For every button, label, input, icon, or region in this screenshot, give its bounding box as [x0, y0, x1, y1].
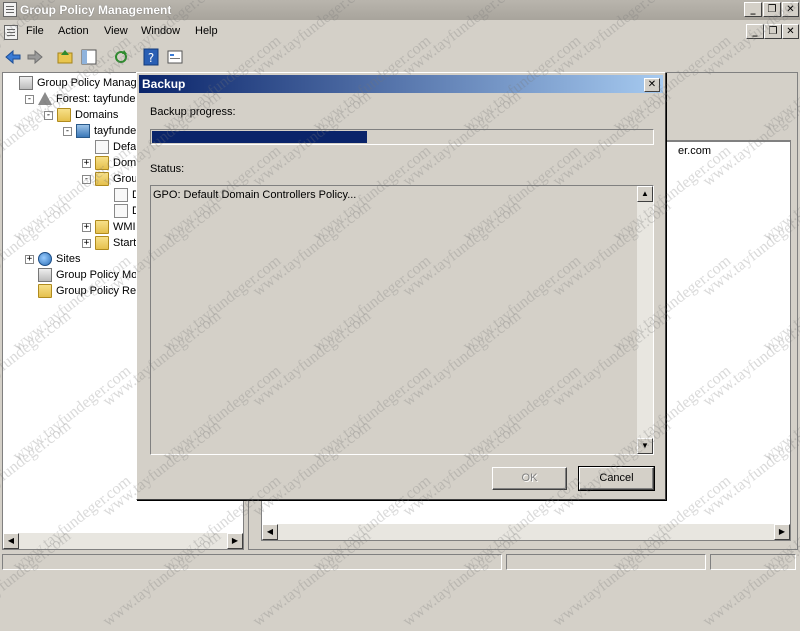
refresh-icon[interactable] — [112, 48, 130, 66]
collapse-icon[interactable]: - — [82, 175, 91, 184]
tree-item-label: Forest: tayfundege — [56, 93, 148, 105]
dialog-close-button[interactable]: ✕ — [644, 78, 660, 92]
collapse-icon[interactable]: - — [63, 127, 72, 136]
forward-icon[interactable] — [26, 48, 44, 66]
dialog-title: Backup — [142, 77, 186, 91]
folder-icon — [95, 236, 109, 250]
menu-view[interactable]: View — [104, 25, 128, 37]
tree-scroll-left-button[interactable]: ◀ — [3, 533, 19, 549]
status-vscrollbar[interactable]: ▲ ▼ — [637, 186, 653, 454]
restore-button[interactable]: ❐ — [763, 2, 781, 17]
gpm-icon — [19, 76, 33, 90]
up-folder-icon[interactable] — [56, 48, 74, 66]
dialog-titlebar[interactable]: Backup ✕ — [139, 75, 663, 93]
backup-dialog: Backup ✕ Backup progress: Status: GPO: D… — [136, 72, 666, 500]
status-label: Status: — [150, 163, 185, 175]
document-icon[interactable] — [4, 25, 18, 40]
menu-action[interactable]: Action — [58, 25, 89, 37]
mdi-restore-button[interactable]: ❐ — [764, 24, 782, 39]
menu-file[interactable]: File — [26, 25, 44, 37]
tree-scroll-right-button[interactable]: ▶ — [227, 533, 243, 549]
collapse-icon[interactable]: - — [44, 111, 53, 120]
status-segment — [506, 554, 706, 570]
tree-item-label: Group Policy Mo — [56, 269, 138, 281]
expand-icon[interactable]: + — [82, 159, 91, 168]
expand-icon[interactable]: + — [25, 255, 34, 264]
status-text: GPO: Default Domain Controllers Policy..… — [153, 189, 357, 201]
folder-icon — [57, 108, 71, 122]
expand-icon[interactable]: + — [82, 239, 91, 248]
status-segment — [2, 554, 502, 570]
menubar: File Action View Window Help _ ❐ ✕ — [0, 22, 800, 42]
status-segment — [710, 554, 796, 570]
folder-icon — [95, 220, 109, 234]
progress-fill — [152, 131, 367, 143]
backup-progress-bar — [150, 129, 654, 145]
scroll-down-button[interactable]: ▼ — [637, 438, 653, 454]
tree-hscrollbar[interactable]: ◀ ▶ — [3, 533, 243, 549]
close-button[interactable]: ✕ — [782, 2, 799, 17]
forest-icon — [38, 92, 52, 105]
tree-item-label: Domains — [75, 109, 119, 121]
doc-icon — [114, 188, 128, 202]
back-icon[interactable] — [4, 48, 22, 66]
svg-text:?: ? — [148, 51, 154, 65]
minimize-button[interactable]: _ — [744, 2, 762, 17]
backup-progress-label: Backup progress: — [150, 106, 236, 118]
collapse-icon[interactable]: - — [25, 95, 34, 104]
scroll-right-button[interactable]: ▶ — [774, 524, 790, 540]
menu-help[interactable]: Help — [195, 25, 218, 37]
expand-icon[interactable]: + — [82, 223, 91, 232]
mdi-close-button[interactable]: ✕ — [782, 24, 799, 39]
doc-icon — [95, 140, 109, 154]
status-textbox[interactable]: GPO: Default Domain Controllers Policy..… — [150, 185, 654, 455]
mdi-minimize-button[interactable]: _ — [746, 24, 764, 39]
scroll-left-button[interactable]: ◀ — [262, 524, 278, 540]
properties-icon[interactable] — [166, 48, 184, 66]
toolbar: ? — [0, 44, 800, 70]
details-hscrollbar[interactable]: ◀ ▶ — [262, 524, 790, 540]
tree-item-label: Sites — [56, 253, 81, 265]
cancel-button[interactable]: Cancel — [578, 466, 655, 491]
scroll-up-button[interactable]: ▲ — [637, 186, 653, 202]
folder-icon — [95, 172, 109, 186]
ok-button[interactable]: OK — [492, 467, 567, 490]
statusbar — [0, 552, 800, 571]
app-icon — [3, 2, 17, 17]
domain-icon — [76, 124, 90, 138]
folder-icon — [95, 156, 109, 170]
doc-icon — [114, 204, 128, 218]
window-title: Group Policy Management — [20, 3, 172, 17]
sites-icon — [38, 252, 52, 266]
window-titlebar[interactable]: Group Policy Management _ ❐ ✕ — [0, 0, 800, 20]
show-hide-tree-icon[interactable] — [80, 48, 98, 66]
gpm-icon — [38, 268, 52, 282]
menu-window[interactable]: Window — [141, 25, 180, 37]
folder-icon — [38, 284, 52, 298]
details-list-text: er.com — [678, 145, 712, 157]
tree-item-label: Group Policy Re — [56, 285, 137, 297]
help-icon[interactable]: ? — [142, 48, 160, 66]
